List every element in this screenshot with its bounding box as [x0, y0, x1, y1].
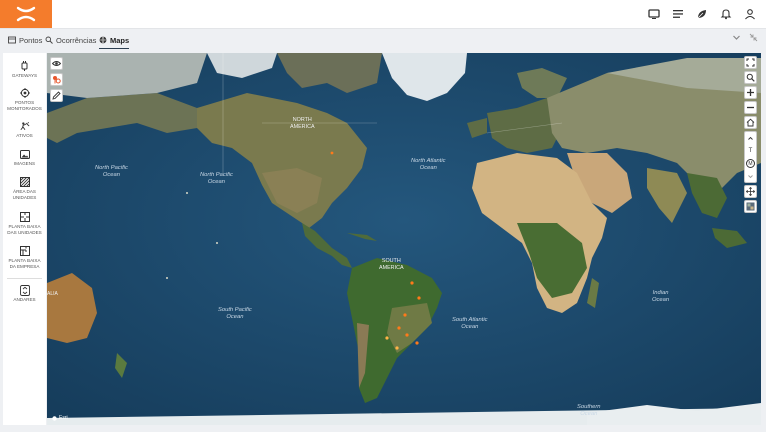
tilt-label: T: [748, 147, 753, 154]
label-south-america: SOUTH AMERICA: [379, 258, 404, 271]
layer-sidebar: GATEWAYS PONTOS MONITORADOS ATIVOS IMAGE…: [3, 53, 46, 425]
globe-icon: [99, 36, 107, 44]
floors-stepper-icon: [19, 284, 30, 296]
target-icon: [19, 88, 30, 98]
attribution-text: Esri: [59, 415, 68, 421]
sidebar-item-label: PLANTA BAIXA DAS UNIDADES: [7, 224, 42, 235]
sidebar-item-label: PLANTA BAIXA DA EMPRESA: [8, 258, 41, 269]
sidebar-item-pontos-monitorados[interactable]: PONTOS MONITORADOS: [3, 88, 46, 111]
user-icon[interactable]: [742, 6, 758, 22]
sidebar-item-imagens[interactable]: IMAGENS: [3, 149, 46, 167]
map-left-toolbar: [50, 57, 64, 102]
tab-bar: Pontos Ocorrências Maps: [0, 29, 766, 49]
label-south-pacific: South Pacific Ocean: [218, 307, 252, 320]
world-map[interactable]: NORTH AMERICA SOUTH AMERICA North Pacifi…: [47, 53, 761, 425]
fullscreen-icon[interactable]: [744, 56, 757, 69]
sidebar-item-label: IMAGENS: [13, 161, 36, 166]
search-icon: [45, 36, 53, 44]
sidebar-item-label: ANDARES: [13, 297, 36, 302]
floorplan-company-icon: [19, 246, 30, 256]
sidebar-item-planta-unidades[interactable]: PLANTA BAIXA DAS UNIDADES: [3, 212, 46, 235]
label-north-america: NORTH AMERICA: [290, 117, 315, 130]
grid-icon: [8, 36, 16, 44]
zoom-in-icon[interactable]: [744, 86, 757, 99]
top-bar: [0, 0, 766, 29]
label-southern-ocean: Southern Ocean: [577, 404, 601, 417]
basemap-icon[interactable]: [744, 200, 757, 213]
bell-icon[interactable]: [718, 6, 734, 22]
pin-cluster-icon[interactable]: [50, 73, 63, 86]
sidebar-item-andares[interactable]: ANDARES: [3, 284, 46, 303]
tab-label: Pontos: [19, 35, 43, 45]
tilt-down-icon[interactable]: [744, 170, 757, 183]
eye-icon[interactable]: [50, 57, 63, 70]
sidebar-item-label: ÁREA DAS UNIDADES: [12, 189, 37, 200]
hatch-area-icon: [19, 177, 30, 187]
label-australia: ALIA: [47, 291, 58, 297]
sidebar-divider: [7, 278, 42, 279]
label-indian-ocean: Indian Ocean: [652, 290, 670, 303]
tab-pontos[interactable]: Pontos: [8, 32, 42, 48]
sidebar-item-label: ATIVOS: [16, 133, 33, 138]
label-south-atlantic: South Atlantic Ocean: [452, 317, 488, 330]
sidebar-item-gateways[interactable]: GATEWAYS: [3, 61, 46, 79]
header-actions: [646, 0, 758, 28]
tab-label: Ocorrências: [56, 35, 97, 45]
pencil-icon[interactable]: [50, 89, 63, 102]
map-attribution: Esri: [52, 415, 68, 421]
compass-icon[interactable]: M: [744, 157, 757, 170]
label-north-atlantic: North Atlantic Ocean: [411, 158, 446, 171]
pan-icon[interactable]: [744, 185, 757, 198]
tilt-up-icon[interactable]: [744, 131, 757, 144]
gateway-icon: [20, 61, 30, 71]
tab-actions: [732, 33, 758, 42]
sidebar-item-label: GATEWAYS: [11, 73, 38, 78]
brand-x-logo-icon: [16, 6, 36, 22]
esri-globe-icon: [52, 415, 57, 421]
sidebar-item-planta-empresa[interactable]: PLANTA BAIXA DA EMPRESA: [3, 246, 46, 269]
tilt-label-icon[interactable]: T: [744, 144, 757, 157]
tab-label: Maps: [110, 35, 130, 45]
label-north-pacific: North Pacific Ocean: [95, 165, 128, 178]
tab-ocorrencias[interactable]: Ocorrências: [45, 32, 96, 48]
home-icon[interactable]: [744, 116, 757, 129]
menu-lines-icon[interactable]: [670, 6, 686, 22]
collapse-icon[interactable]: [749, 33, 758, 42]
image-icon: [19, 149, 30, 159]
zoom-out-icon[interactable]: [744, 101, 757, 114]
sidebar-item-area-unidades[interactable]: ÁREA DAS UNIDADES: [3, 177, 46, 200]
label-north-pacific-2: North Pacific Ocean: [200, 172, 233, 185]
map-right-toolbar: T M: [744, 56, 758, 213]
worker-icon: [19, 121, 30, 131]
compass-label: M: [746, 159, 755, 168]
floorplan-icon: [19, 212, 30, 222]
chevron-down-icon[interactable]: [732, 33, 741, 42]
map-basemap: [47, 53, 761, 425]
tab-maps[interactable]: Maps: [99, 32, 130, 49]
monitor-icon[interactable]: [646, 6, 662, 22]
brand-logo[interactable]: [0, 0, 52, 28]
map-search-icon[interactable]: [744, 71, 757, 84]
sidebar-item-ativos[interactable]: ATIVOS: [3, 121, 46, 139]
sidebar-item-label: PONTOS MONITORADOS: [7, 100, 42, 111]
leaf-icon[interactable]: [694, 6, 710, 22]
